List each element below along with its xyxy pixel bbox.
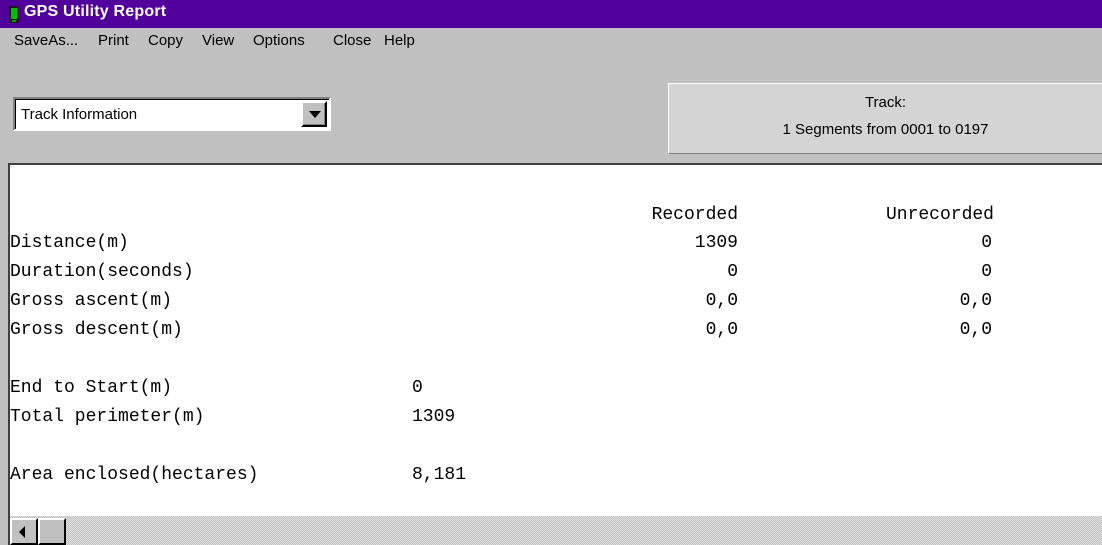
dropdown-button[interactable] — [301, 101, 327, 127]
report-content: Recorded Unrecorded Distance(m) 1309 0 D… — [8, 163, 1102, 516]
gps-device-icon — [9, 6, 19, 23]
row-recorded-duration: 0 — [727, 262, 738, 282]
row-recorded-distance: 1309 — [694, 233, 738, 253]
report-type-value: Track Information — [21, 106, 138, 123]
row-label-distance: Distance(m) — [10, 233, 129, 253]
menu-copy[interactable]: Copy — [148, 32, 183, 49]
toolbar: Track Information Track: 1 Segments from… — [0, 54, 1102, 163]
menu-saveas[interactable]: SaveAs... — [14, 32, 78, 49]
summary-label-area-enclosed: Area enclosed(hectares) — [10, 465, 259, 485]
column-header-unrecorded: Unrecorded — [885, 205, 994, 225]
menu-options[interactable]: Options — [253, 32, 305, 49]
window-title: GPS Utility Report — [24, 3, 167, 20]
scroll-left-arrow-icon — [19, 526, 25, 538]
row-recorded-gross-descent: 0,0 — [705, 320, 738, 340]
summary-label-end-to-start: End to Start(m) — [10, 378, 173, 398]
horizontal-scrollbar[interactable] — [8, 516, 1102, 545]
row-unrecorded-gross-ascent: 0,0 — [959, 291, 992, 311]
summary-value-end-to-start: 0 — [412, 378, 423, 398]
menu-view[interactable]: View — [202, 32, 234, 49]
menu-bar: SaveAs... Print Copy View Options Close … — [0, 28, 1102, 54]
title-bar: GPS Utility Report — [0, 0, 1102, 28]
track-info-panel: Track: 1 Segments from 0001 to 0197 — [668, 83, 1102, 154]
column-header-recorded: Recorded — [651, 205, 738, 225]
track-label: Track: — [864, 94, 907, 111]
summary-label-total-perimeter: Total perimeter(m) — [10, 407, 205, 427]
chevron-down-icon — [309, 111, 321, 118]
report-type-select[interactable]: Track Information — [13, 97, 331, 131]
row-unrecorded-gross-descent: 0,0 — [959, 320, 992, 340]
menu-print[interactable]: Print — [98, 32, 129, 49]
menu-help[interactable]: Help — [384, 32, 415, 49]
row-recorded-gross-ascent: 0,0 — [705, 291, 738, 311]
track-segments: 1 Segments from 0001 to 0197 — [782, 121, 989, 138]
summary-value-area-enclosed: 8,181 — [412, 465, 467, 485]
row-unrecorded-distance: 0 — [981, 233, 992, 253]
menu-close[interactable]: Close — [333, 32, 371, 49]
scroll-left-button[interactable] — [10, 518, 38, 545]
row-label-gross-descent: Gross descent(m) — [10, 320, 183, 340]
scroll-thumb[interactable] — [38, 518, 66, 545]
row-label-gross-ascent: Gross ascent(m) — [10, 291, 173, 311]
summary-value-total-perimeter: 1309 — [412, 407, 456, 427]
row-label-duration: Duration(seconds) — [10, 262, 194, 282]
row-unrecorded-duration: 0 — [981, 262, 992, 282]
